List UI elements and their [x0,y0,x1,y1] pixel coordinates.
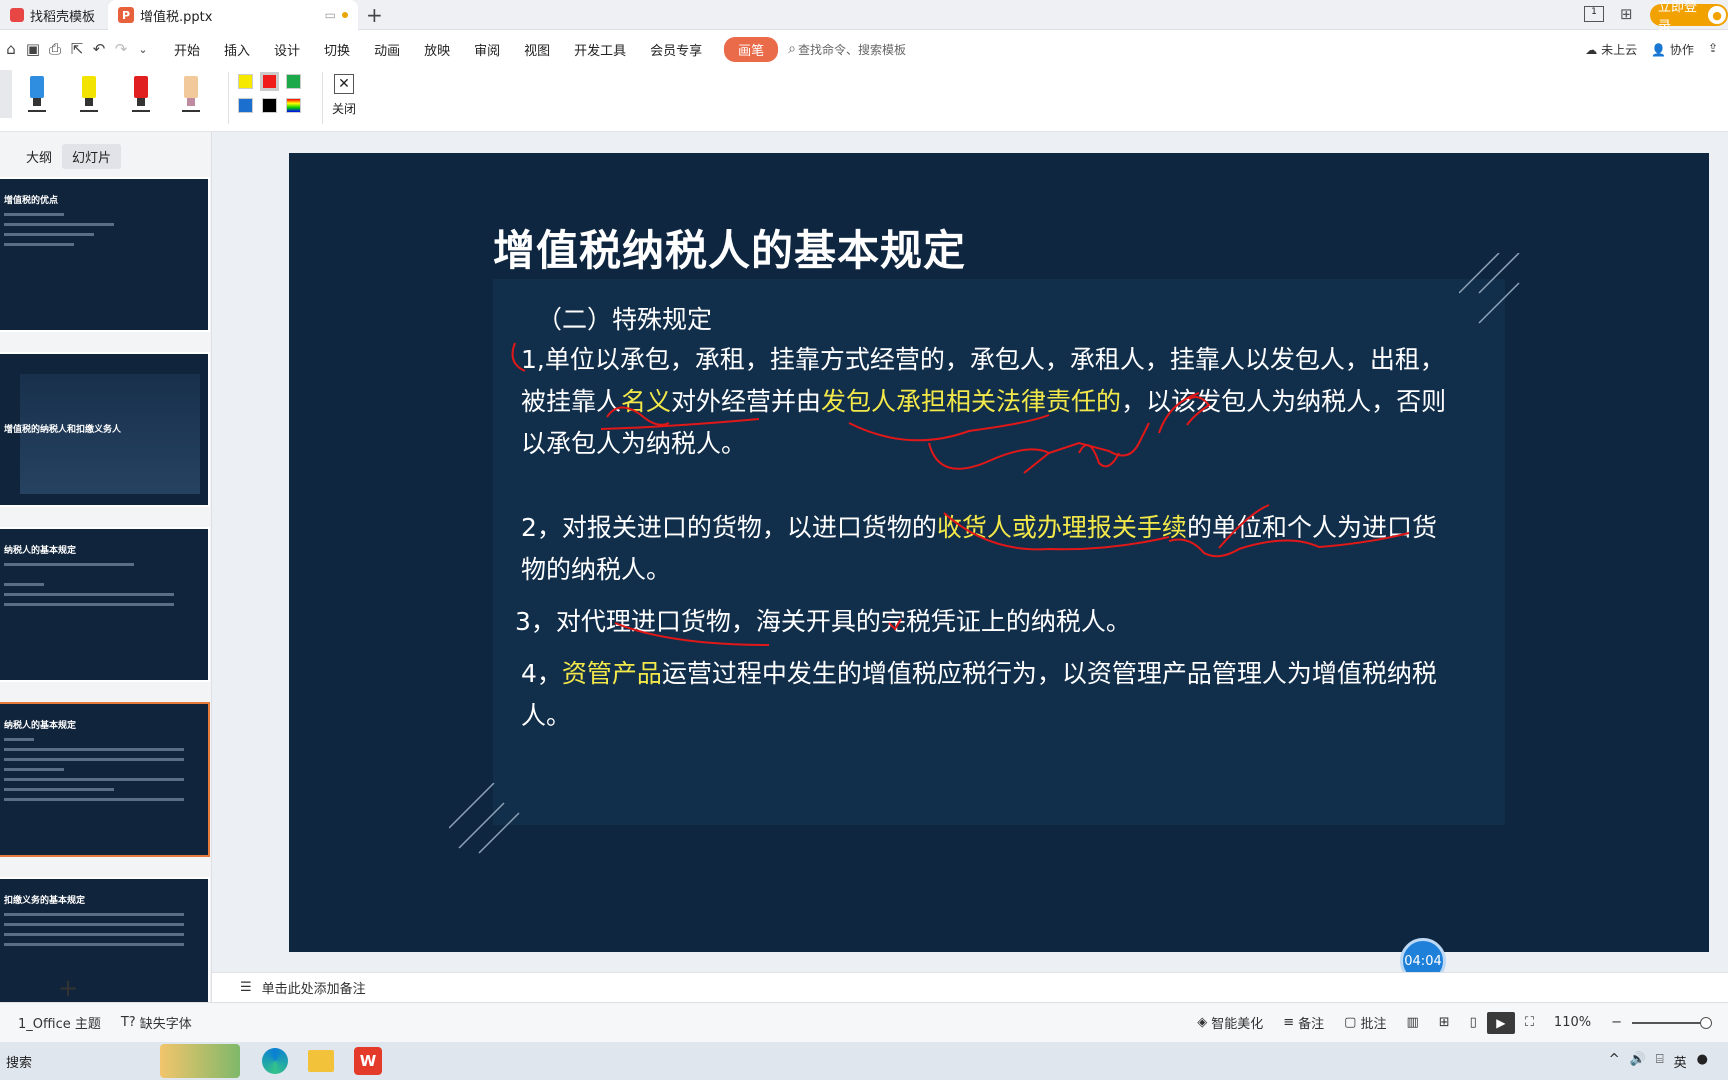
file-menu-icon[interactable]: ⌂ [0,38,22,60]
pen-yellow-icon[interactable] [76,76,102,116]
notes-toggle-icon: ≡ [1283,1015,1295,1030]
menu-member[interactable]: 会员专享 [638,40,714,59]
tab-document[interactable]: P 增值税.pptx ▭ [108,0,358,30]
menu-pen-tab[interactable]: 画笔 [724,36,779,62]
zoom-slider-handle[interactable] [1700,1016,1712,1029]
taskbar-widget-image[interactable] [160,1044,240,1078]
redo-icon[interactable]: ↷ [110,38,132,60]
notes-icon: ☰ [240,980,252,995]
tray-chevron-icon[interactable]: ^ [1609,1052,1620,1071]
cloud-status[interactable]: ☁ 未上云 [1585,41,1637,58]
slide-thumb-1[interactable]: 增值税的优点 [0,177,210,332]
apps-grid-icon[interactable]: ⊞ [1620,5,1633,23]
ppt-file-icon: P [118,7,134,23]
save-icon[interactable]: ▣ [22,38,44,60]
unsaved-dot-icon [342,12,348,18]
beautify-button[interactable]: ◈ 智能美化 [1187,1013,1273,1032]
avatar-tray-icon[interactable]: ● [1697,1052,1708,1071]
menu-animations[interactable]: 动画 [362,40,412,59]
pen-annotations [511,342,1410,646]
volume-icon[interactable]: 🔊 [1630,1052,1646,1071]
play-slideshow-icon[interactable]: ▶ [1486,1011,1515,1034]
cloud-icon: ☁ [1585,42,1598,57]
color-more-icon[interactable] [286,98,301,113]
share-icon[interactable]: ⇪ [1708,41,1718,58]
menu-slideshow[interactable]: 放映 [412,40,462,59]
menu-transitions[interactable]: 切换 [312,40,362,59]
close-pen-icon[interactable]: ✕ [334,74,354,94]
zoom-level[interactable]: 110% [1544,1015,1601,1030]
user-icon: 👤 [1651,42,1667,57]
avatar-icon: ● [1708,6,1726,24]
network-icon[interactable]: ⌸ [1656,1052,1664,1071]
color-swatch-blue[interactable] [238,98,253,113]
pen-highlighter-icon[interactable] [178,76,204,116]
menu-home[interactable]: 开始 [162,40,212,59]
new-tab-plus-icon[interactable]: + [366,3,383,27]
menu-view[interactable]: 视图 [512,40,562,59]
command-search-input[interactable]: 查找命令、搜索模板 [798,41,906,58]
search-icon: ⌕ [788,41,797,57]
login-button[interactable]: 立即登录 ● [1650,0,1728,34]
tab-label: 找稻壳模板 [30,9,96,25]
zoom-slider[interactable] [1632,1016,1712,1029]
notes-bar[interactable]: ☰ 单击此处添加备注 [212,972,1728,1002]
slide-thumb-3[interactable]: 纳税人的基本规定 [0,527,210,682]
beautify-icon: ◈ [1197,1015,1208,1030]
notes-placeholder[interactable]: 单击此处添加备注 [262,978,366,997]
tab-label: 增值税.pptx [140,9,213,25]
menu-bar: ⌂ ▣ ⎙ ⇱ ↶ ↷ ⌄ 开始 插入 设计 切换 动画 放映 审阅 视图 开发… [0,30,1728,68]
sorter-view-icon[interactable]: ⊞ [1429,1015,1460,1030]
slide-thumb-4-selected[interactable]: 纳税人的基本规定 [0,702,210,857]
slides-panel: 大纲 幻灯片 增值税的优点 增值税的纳税人和扣缴义务人 纳税人的基本规定 纳税人… [0,132,226,1032]
color-swatch-yellow[interactable] [238,74,253,89]
slide[interactable]: 增值税纳税人的基本规定 （二）特殊规定 1,单位以承包，承租，挂靠方式经营的，承… [289,153,1709,952]
pen-blue-icon[interactable] [24,76,50,116]
add-slide-plus-icon[interactable]: + [58,974,78,1002]
quick-access-chevron-icon[interactable]: ⌄ [132,38,154,60]
color-swatch-red[interactable] [260,72,279,91]
color-swatch-green[interactable] [286,74,301,89]
comment-icon: ▢ [1344,1015,1357,1030]
tab-slides[interactable]: 幻灯片 [62,144,122,169]
slide-thumb-2[interactable]: 增值税的纳税人和扣缴义务人 [0,352,210,507]
missing-font-button[interactable]: T? 缺失字体 [111,1013,202,1032]
title-bar: 找稻壳模板 P 增值税.pptx ▭ + 1 ⊞ 立即登录 ● [0,0,1728,34]
status-bar: 1_Office 主题 T? 缺失字体 ◈ 智能美化 ≡ 备注 ▢ 批注 ▥ ⊞ ▯ ▶… [0,1002,1728,1042]
pen-ribbon: ✕ 关闭 [0,68,1728,132]
taskbar-search[interactable]: 搜索 [0,1052,160,1071]
fit-window-icon[interactable]: ⛶ [1515,1015,1544,1030]
login-label: 立即登录 [1658,0,1698,34]
export-icon[interactable]: ⇱ [66,38,88,60]
notes-toggle-button[interactable]: ≡ 备注 [1273,1013,1334,1032]
edge-browser-icon[interactable] [262,1048,288,1074]
print-icon[interactable]: ⎙ [44,38,66,60]
file-explorer-icon[interactable] [308,1050,334,1072]
pen-preview [0,70,12,118]
docer-icon [10,8,24,22]
menu-insert[interactable]: 插入 [212,40,262,59]
collab-button[interactable]: 👤 协作 [1651,41,1694,58]
menu-developer[interactable]: 开发工具 [562,40,638,59]
tab-docer-templates[interactable]: 找稻壳模板 [0,0,105,30]
zoom-out-icon[interactable]: − [1601,1015,1632,1030]
color-swatch-black[interactable] [262,98,277,113]
layout-icon[interactable]: 1 [1584,6,1604,22]
normal-view-icon[interactable]: ▥ [1396,1015,1428,1030]
pen-red-icon[interactable] [128,76,154,116]
menu-review[interactable]: 审阅 [462,40,512,59]
comment-button[interactable]: ▢ 批注 [1334,1013,1396,1032]
ime-indicator[interactable]: 英 [1674,1052,1687,1071]
tab-outline[interactable]: 大纲 [16,144,62,169]
os-taskbar: 搜索 W ^ 🔊 ⌸ 英 ● [0,1042,1728,1080]
theme-label[interactable]: 1_Office 主题 [8,1013,111,1032]
wps-office-icon[interactable]: W [354,1047,382,1075]
close-pen-label[interactable]: 关闭 [332,100,356,117]
menu-design[interactable]: 设计 [262,40,312,59]
font-icon: T? [120,1015,136,1030]
undo-icon[interactable]: ↶ [88,38,110,60]
tab-window-icon[interactable]: ▭ [325,8,336,22]
reading-view-icon[interactable]: ▯ [1460,1015,1487,1030]
